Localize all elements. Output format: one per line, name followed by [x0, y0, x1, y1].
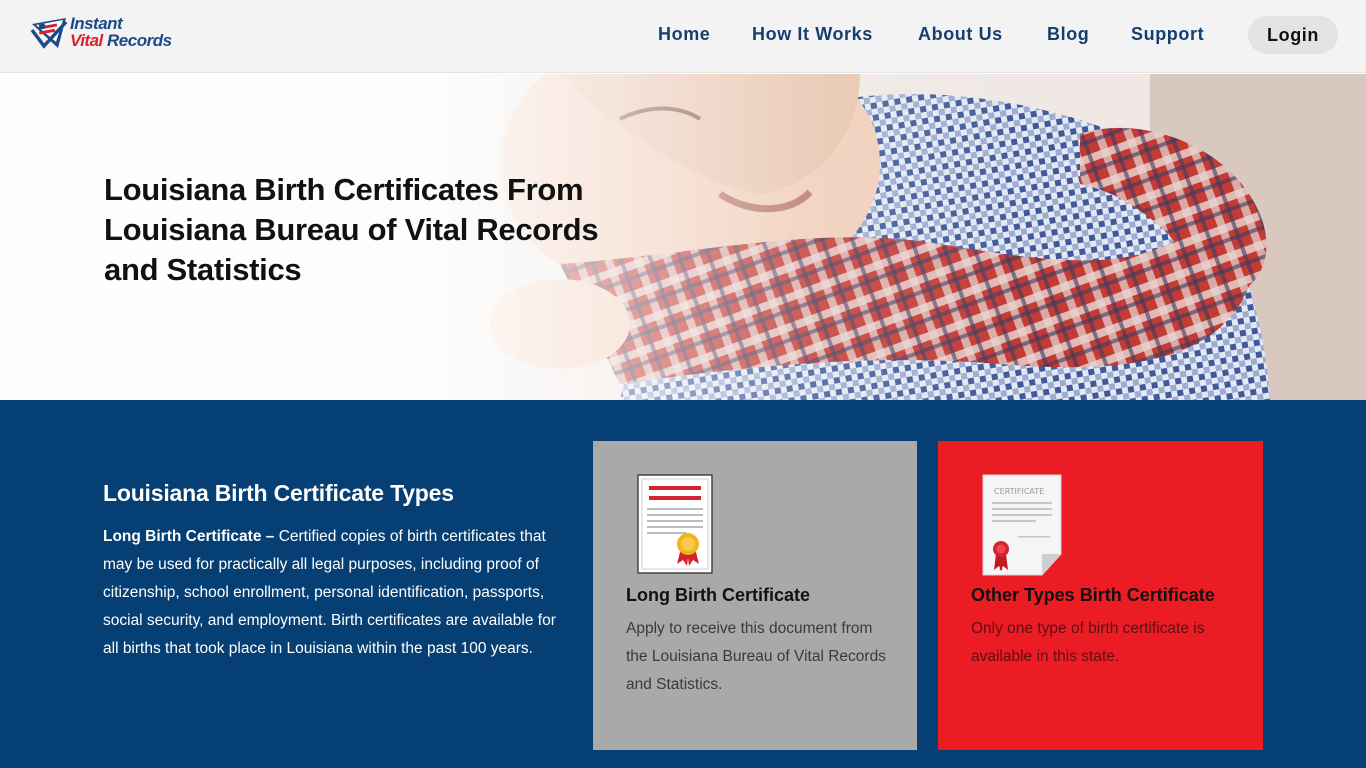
page-title: Louisiana Birth Certificates From Louisi… [104, 172, 599, 287]
types-heading: Louisiana Birth Certificate Types [103, 480, 454, 506]
nav-blog[interactable]: Blog [1047, 24, 1089, 45]
nav-home[interactable]: Home [658, 24, 710, 45]
card-description: Only one type of birth certificate is av… [971, 620, 1205, 665]
card-title: Other Types Birth Certificate [971, 585, 1215, 605]
card-title: Long Birth Certificate [626, 585, 811, 605]
nav-about-us[interactable]: About Us [918, 24, 1003, 45]
logo-text-vital-records: Vital Records [70, 31, 172, 50]
envelope-flag-logo-icon [30, 18, 68, 49]
card-description: Apply to receive this document from the … [626, 620, 886, 693]
types-lead-bold: Long Birth Certificate – [103, 528, 275, 545]
login-button[interactable]: Login [1248, 16, 1338, 54]
types-description: Long Birth Certificate – Certified copie… [103, 523, 563, 663]
site-logo[interactable]: Instant Vital Records [30, 14, 190, 54]
nav-how-it-works[interactable]: How It Works [752, 24, 873, 45]
certificate-ribbon-icon [637, 474, 713, 574]
types-lead-text: Certified copies of birth certificates t… [103, 528, 556, 657]
certificate-icon-label: CERTIFICATE [994, 487, 1044, 496]
nav-support[interactable]: Support [1131, 24, 1204, 45]
hero-banner: Louisiana Birth Certificates From Louisi… [0, 74, 1366, 400]
card-long-birth-certificate[interactable]: Long Birth Certificate Apply to receive … [593, 441, 917, 750]
certificate-types-section: Louisiana Birth Certificate Types Long B… [0, 400, 1366, 768]
certificate-seal-icon: CERTIFICATE [982, 474, 1062, 576]
site-header: Instant Vital Records Home How It Works … [0, 0, 1366, 73]
card-other-types-birth-certificate[interactable]: CERTIFICATE Other Types Birth Certificat… [938, 441, 1263, 750]
